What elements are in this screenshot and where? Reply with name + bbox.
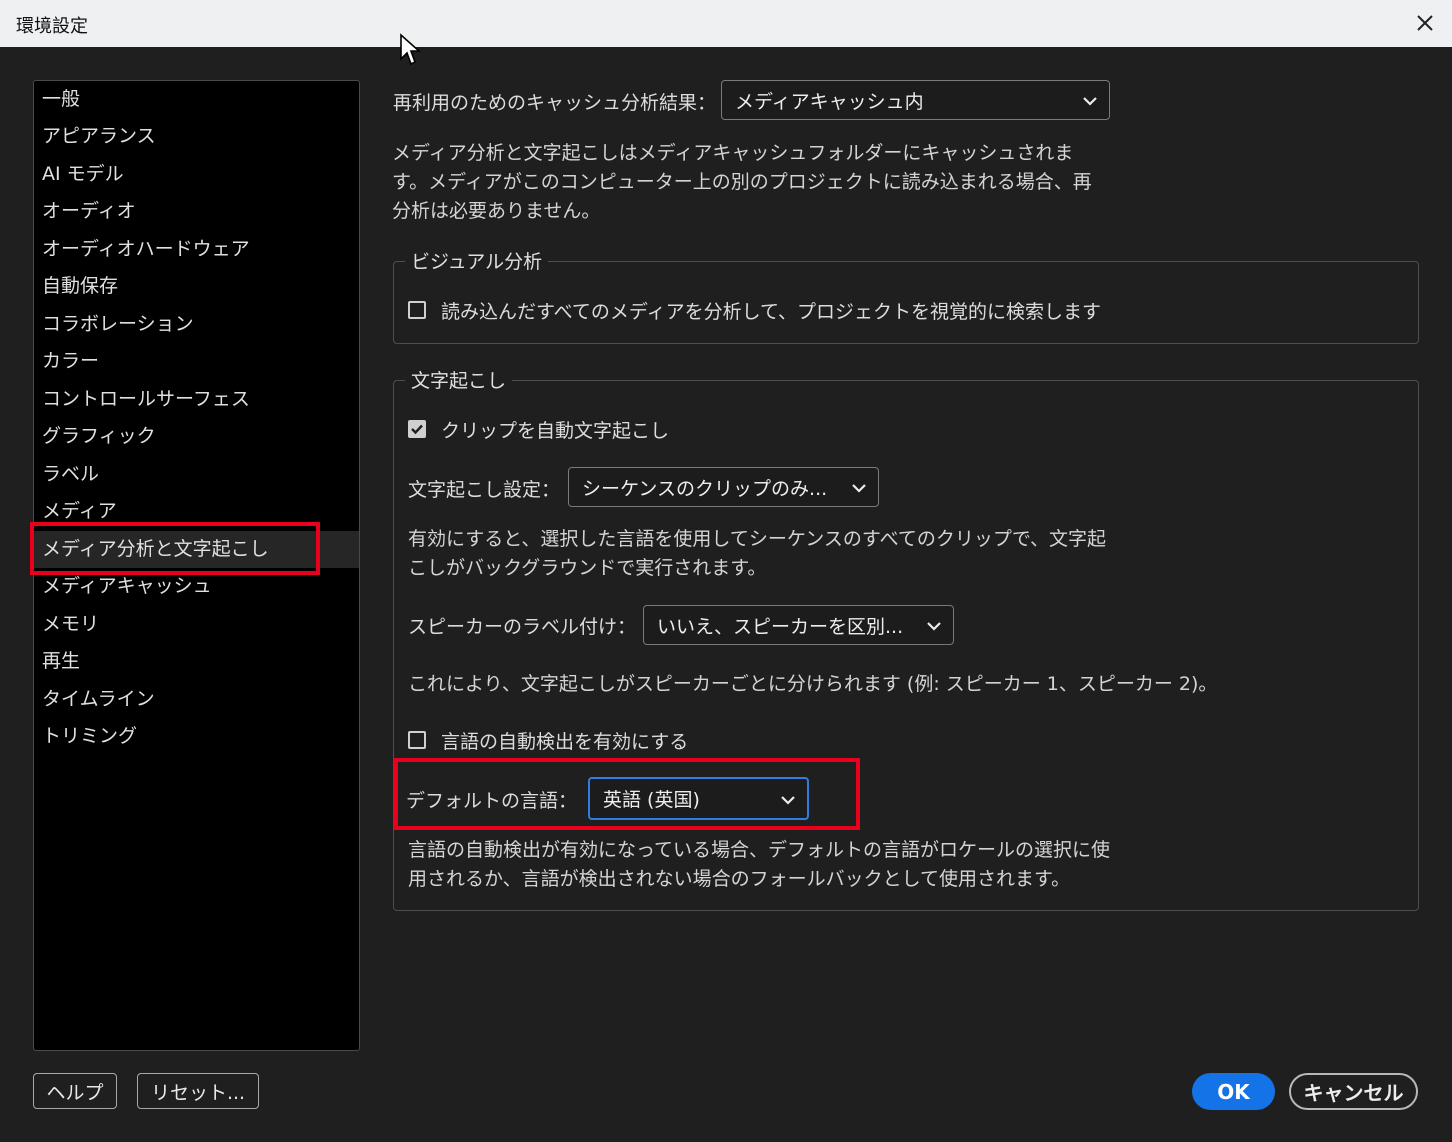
speaker-labeling-label: スピーカーのラベル付け： [408,616,637,638]
sidebar-item-media-cache[interactable]: メディアキャッシュ [34,568,359,605]
sidebar-item-general[interactable]: 一般 [34,81,359,118]
sidebar-item-playback[interactable]: 再生 [34,643,359,680]
default-language-label: デフォルトの言語： [406,790,578,812]
chevron-down-icon [781,796,795,805]
chevron-down-icon [927,622,941,631]
sidebar-item-labels[interactable]: ラベル [34,456,359,493]
visual-analysis-label: 読み込んだすべてのメディアを分析して、プロジェクトを視覚的に検索します [441,301,1102,323]
sidebar-item-timeline[interactable]: タイムライン [34,681,359,718]
transcription-settings-label: 文字起こし設定： [408,479,561,501]
transcription-settings-description: 有効にすると、選択した言語を使用してシーケンスのすべてのクリップで、文字起 こし… [408,528,1107,579]
visual-analysis-title: ビジュアル分析 [405,247,549,274]
sidebar-item-trimming[interactable]: トリミング [34,718,359,755]
sidebar-item-audio[interactable]: オーディオ [34,193,359,230]
sidebar-item-appearance[interactable]: アピアランス [34,118,359,155]
speaker-labeling-description: これにより、文字起こしがスピーカーごとに分けられます (例: スピーカー 1、ス… [408,673,1218,695]
window-title: 環境設定 [16,16,88,37]
transcription-group [393,380,1419,911]
help-button[interactable]: ヘルプ [33,1073,117,1109]
auto-detect-language-checkbox[interactable] [408,731,426,749]
close-icon[interactable] [1410,8,1440,38]
sidebar-item-memory[interactable]: メモリ [34,606,359,643]
sidebar-item-control-surface[interactable]: コントロールサーフェス [34,381,359,418]
sidebar-item-collaboration[interactable]: コラボレーション [34,306,359,343]
cache-results-label: 再利用のためのキャッシュ分析結果： [393,92,717,114]
chevron-down-icon [1083,97,1097,106]
auto-detect-language-label: 言語の自動検出を有効にする [441,731,689,753]
speaker-labeling-dropdown[interactable]: いいえ、スピーカーを区別... [643,605,954,645]
sidebar-item-color[interactable]: カラー [34,343,359,380]
sidebar-item-graphics[interactable]: グラフィック [34,418,359,455]
sidebar-item-ai-models[interactable]: AI モデル [34,156,359,193]
cancel-button[interactable]: キャンセル [1289,1073,1418,1110]
title-bar: 環境設定 [0,0,1452,47]
sidebar-item-auto-save[interactable]: 自動保存 [34,268,359,305]
checkmark-icon [411,424,423,435]
preferences-category-list: 一般 アピアランス AI モデル オーディオ オーディオハードウェア 自動保存 … [33,80,360,1051]
cache-description: メディア分析と文字起こしはメディアキャッシュフォルダーにキャッシュされま す。メ… [392,142,1092,222]
ok-button[interactable]: OK [1192,1073,1275,1110]
transcription-settings-dropdown[interactable]: シーケンスのクリップのみ... [568,467,879,507]
default-language-description: 言語の自動検出が有効になっている場合、デフォルトの言語がロケールの選択に使 用さ… [408,839,1111,890]
sidebar-item-media[interactable]: メディア [34,493,359,530]
reset-button[interactable]: リセット... [137,1073,259,1109]
auto-transcribe-checkbox[interactable] [408,420,426,438]
default-language-dropdown[interactable]: 英語 (英国) [588,777,809,820]
mouse-cursor-icon [400,33,421,66]
transcription-title: 文字起こし [405,366,513,393]
chevron-down-icon [852,484,866,493]
auto-transcribe-label: クリップを自動文字起こし [441,420,670,442]
cache-location-dropdown[interactable]: メディアキャッシュ内 [721,80,1110,120]
sidebar-item-media-analysis-transcription[interactable]: メディア分析と文字起こし [34,531,359,568]
visual-analysis-checkbox[interactable] [408,301,426,319]
sidebar-item-audio-hardware[interactable]: オーディオハードウェア [34,231,359,268]
